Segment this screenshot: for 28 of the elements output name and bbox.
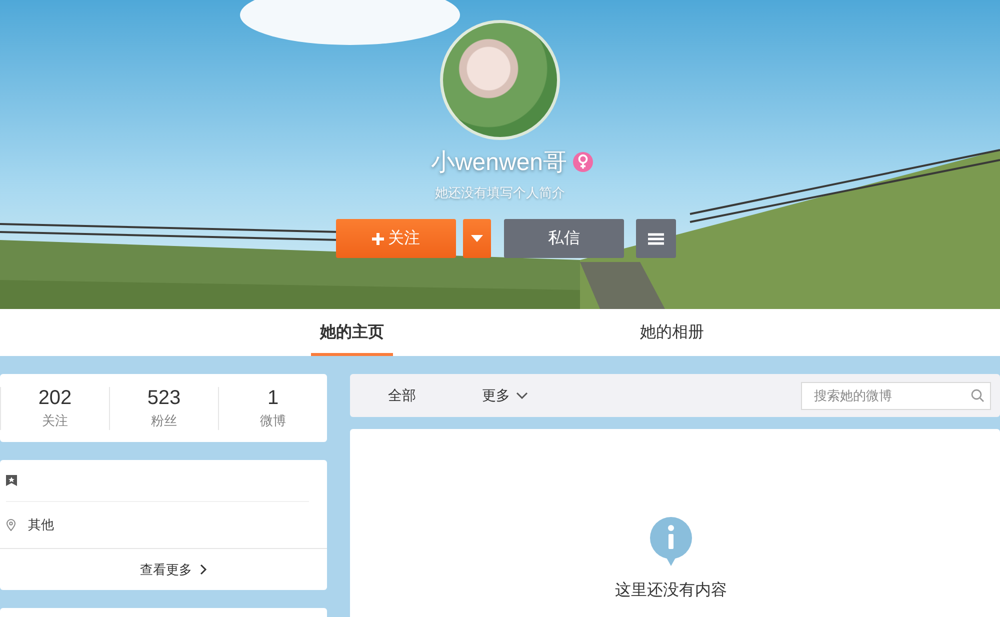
- profile-name: 小wenwen哥: [430, 148, 568, 178]
- menu-button[interactable]: [636, 219, 676, 258]
- stat-count[interactable]: 523: [147, 386, 181, 410]
- chevron-right-icon: [200, 564, 207, 575]
- plus-icon: [372, 232, 384, 244]
- profile-bio: 她还没有填写个人简介: [435, 184, 565, 202]
- search-icon: [971, 389, 984, 402]
- view-more-link[interactable]: 查看更多: [0, 548, 327, 590]
- caret-icon: [471, 235, 483, 242]
- stat-count[interactable]: 202: [38, 386, 72, 410]
- profile-tab[interactable]: 她的相册: [631, 309, 713, 356]
- dropdown-button[interactable]: [463, 219, 491, 258]
- stat-label: 粉丝: [151, 412, 177, 430]
- stat-count[interactable]: 1: [267, 386, 279, 410]
- filter-tab[interactable]: 全部: [388, 386, 416, 404]
- filter-tab[interactable]: 更多: [482, 386, 528, 404]
- bookmark-star-icon: [6, 475, 17, 486]
- location-pin-icon: [6, 519, 16, 531]
- empty-message: 这里还没有内容: [615, 580, 727, 601]
- stat-label: 微博: [260, 412, 286, 430]
- search-field[interactable]: 搜索她的微博: [801, 382, 991, 410]
- profile-tab[interactable]: 她的主页: [311, 309, 393, 356]
- menu-icon: [648, 232, 664, 244]
- chevron-down-icon: [516, 392, 528, 399]
- location-text: 其他: [28, 516, 54, 534]
- message-button[interactable]: 私信: [504, 219, 624, 258]
- info-icon: [650, 517, 692, 566]
- stat-label: 关注: [42, 412, 68, 430]
